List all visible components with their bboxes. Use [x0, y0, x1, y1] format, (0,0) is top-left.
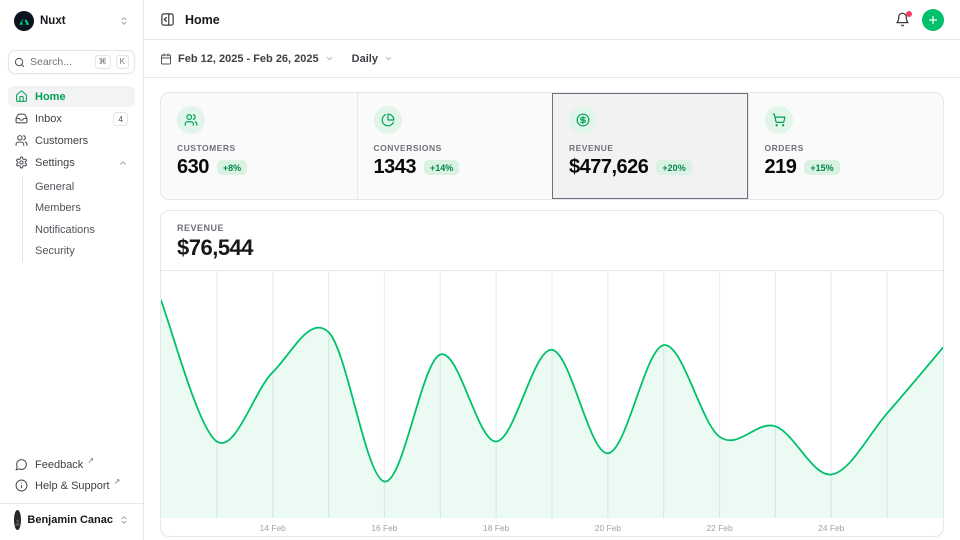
user-menu[interactable]: Benjamin Canac [8, 504, 135, 532]
revenue-chart-card: REVENUE $76,544 14 Feb 16 Feb 18 Feb 20 Feb… [160, 210, 944, 537]
sidebar-item-security[interactable]: Security [35, 241, 135, 263]
date-range-label: Feb 12, 2025 - Feb 26, 2025 [178, 53, 319, 65]
plus-icon [927, 14, 939, 26]
add-button[interactable] [922, 9, 944, 31]
sidebar-item-label: Inbox [35, 113, 106, 125]
sub-item-label: Notifications [35, 224, 95, 236]
stat-label: REVENUE [569, 143, 732, 153]
sidebar-item-settings[interactable]: Settings [8, 152, 135, 173]
external-link-icon: ↗ [87, 456, 94, 465]
stat-value: 219 [765, 156, 797, 179]
feedback-label: Feedback [35, 459, 83, 471]
notification-dot [906, 11, 912, 17]
page-header: Home [144, 0, 960, 40]
chevrons-up-down-icon [119, 16, 129, 26]
search-icon [14, 57, 25, 68]
sidebar-item-inbox[interactable]: Inbox 4 [8, 108, 135, 129]
svg-text:20 Feb: 20 Feb [595, 523, 622, 533]
users-icon [15, 134, 28, 147]
settings-sub-list: General Members Notifications Security [22, 176, 135, 262]
kbd-k: K [116, 55, 129, 69]
sidebar-item-label: Home [35, 91, 128, 103]
stat-value: 1343 [374, 156, 417, 179]
svg-text:14 Feb: 14 Feb [260, 523, 287, 533]
sidebar-item-notifications[interactable]: Notifications [35, 219, 135, 241]
svg-text:16 Feb: 16 Feb [371, 523, 398, 533]
filters-toolbar: Feb 12, 2025 - Feb 26, 2025 Daily [144, 40, 960, 78]
sidebar-item-label: Settings [35, 157, 111, 169]
stat-card-customers[interactable]: CUSTOMERS 630 +8% [161, 93, 357, 199]
sub-item-label: Security [35, 245, 75, 257]
help-support-link[interactable]: Help & Support ↗ [8, 475, 135, 496]
notifications-button[interactable] [895, 12, 910, 27]
stat-delta-badge: +14% [424, 160, 459, 175]
stat-label: CUSTOMERS [177, 143, 341, 153]
sidebar-item-home[interactable]: Home [8, 86, 135, 107]
svg-text:18 Feb: 18 Feb [483, 523, 510, 533]
date-range-picker[interactable]: Feb 12, 2025 - Feb 26, 2025 [160, 53, 334, 65]
chevron-down-icon [325, 54, 334, 63]
chart-title: REVENUE [177, 223, 927, 233]
stat-value: $477,626 [569, 156, 648, 179]
sub-item-label: Members [35, 202, 81, 214]
sidebar-item-customers[interactable]: Customers [8, 130, 135, 151]
feedback-link[interactable]: Feedback ↗ [8, 454, 135, 475]
gear-icon [15, 156, 28, 169]
chevron-up-icon [118, 158, 128, 168]
shopping-cart-icon [765, 106, 793, 134]
revenue-area-chart[interactable]: 14 Feb 16 Feb 18 Feb 20 Feb 22 Feb 24 Feb [161, 271, 943, 537]
stat-delta-badge: +8% [217, 160, 247, 175]
revenue-chart-header: REVENUE $76,544 [161, 211, 943, 271]
granularity-label: Daily [352, 53, 378, 65]
stat-card-revenue[interactable]: REVENUE $477,626 +20% [552, 93, 748, 199]
stat-delta-badge: +15% [804, 160, 839, 175]
kbd-meta: ⌘ [95, 55, 111, 69]
info-circle-icon [15, 479, 28, 492]
chevrons-up-down-icon [119, 515, 129, 525]
inbox-count-badge: 4 [113, 112, 128, 126]
avatar [14, 510, 21, 530]
stat-label: ORDERS [765, 143, 928, 153]
granularity-select[interactable]: Daily [352, 53, 393, 65]
chevron-down-icon [384, 54, 393, 63]
main-area: Home Feb 12, 2025 - Feb 26, 2025 Daily [144, 0, 960, 540]
calendar-icon [160, 53, 172, 65]
sidebar-item-members[interactable]: Members [35, 198, 135, 220]
chart-total-value: $76,544 [177, 235, 927, 261]
sidebar-nav: Home Inbox 4 Customers Settings Ge [8, 86, 135, 264]
svg-text:24 Feb: 24 Feb [818, 523, 845, 533]
nuxt-logo-icon [14, 11, 34, 31]
sidebar: Nuxt ⌘ K Home Inbox 4 [0, 0, 144, 540]
stat-card-conversions[interactable]: CONVERSIONS 1343 +14% [357, 93, 553, 199]
sidebar-item-label: Customers [35, 135, 128, 147]
circle-dollar-icon [569, 106, 597, 134]
message-circle-icon [15, 458, 28, 471]
inbox-icon [15, 112, 28, 125]
stat-value: 630 [177, 156, 209, 179]
external-link-icon: ↗ [114, 477, 121, 486]
user-name: Benjamin Canac [27, 514, 113, 526]
search-input-wrapper[interactable]: ⌘ K [8, 50, 135, 74]
svg-text:22 Feb: 22 Feb [707, 523, 734, 533]
stat-delta-badge: +20% [656, 160, 691, 175]
dashboard-content: CUSTOMERS 630 +8% CONVERSIONS 1343 +14% [144, 78, 960, 537]
home-icon [15, 90, 28, 103]
users-icon [177, 106, 205, 134]
stats-grid: CUSTOMERS 630 +8% CONVERSIONS 1343 +14% [160, 92, 944, 200]
collapse-sidebar-icon[interactable] [160, 12, 175, 27]
help-support-label: Help & Support [35, 480, 110, 492]
workspace-switcher[interactable]: Nuxt [8, 8, 135, 34]
search-input[interactable] [30, 56, 90, 68]
workspace-name: Nuxt [40, 15, 113, 27]
sidebar-item-general[interactable]: General [35, 176, 135, 198]
pie-chart-icon [374, 106, 402, 134]
page-title: Home [185, 13, 220, 27]
stat-card-orders[interactable]: ORDERS 219 +15% [748, 93, 944, 199]
sub-item-label: General [35, 181, 74, 193]
stat-label: CONVERSIONS [374, 143, 537, 153]
